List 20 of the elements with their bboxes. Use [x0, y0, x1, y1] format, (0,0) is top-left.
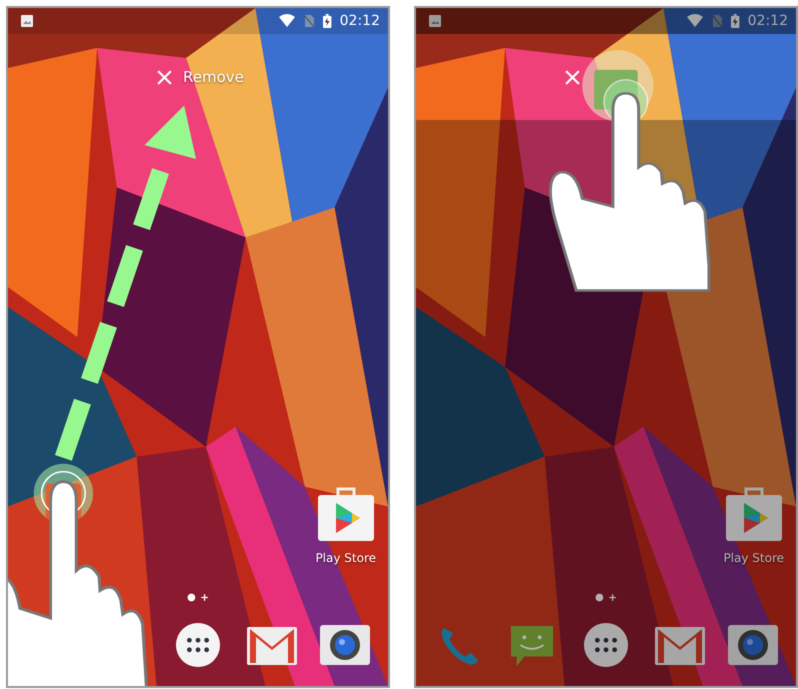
image-icon: [428, 14, 442, 28]
status-time: 02:12: [748, 13, 788, 29]
wifi-icon: [279, 14, 296, 28]
no-sim-icon: [303, 14, 316, 28]
image-icon: [20, 14, 34, 28]
camera-icon[interactable]: [319, 622, 372, 668]
play-store-icon[interactable]: [316, 485, 376, 541]
status-time: 02:12: [340, 13, 380, 29]
play-store-icon[interactable]: [724, 485, 784, 541]
page-indicator-icon: [595, 593, 617, 602]
wifi-icon: [687, 14, 704, 28]
page-indicator-icon: [187, 593, 209, 602]
no-sim-icon: [711, 14, 724, 28]
app-label[interactable]: Play Store: [723, 551, 784, 565]
battery-icon: [323, 14, 332, 28]
battery-icon: [731, 14, 740, 28]
close-icon: [564, 68, 581, 86]
app-label[interactable]: Play Store: [315, 551, 376, 565]
camera-icon[interactable]: [727, 622, 780, 668]
close-icon: [156, 68, 173, 86]
